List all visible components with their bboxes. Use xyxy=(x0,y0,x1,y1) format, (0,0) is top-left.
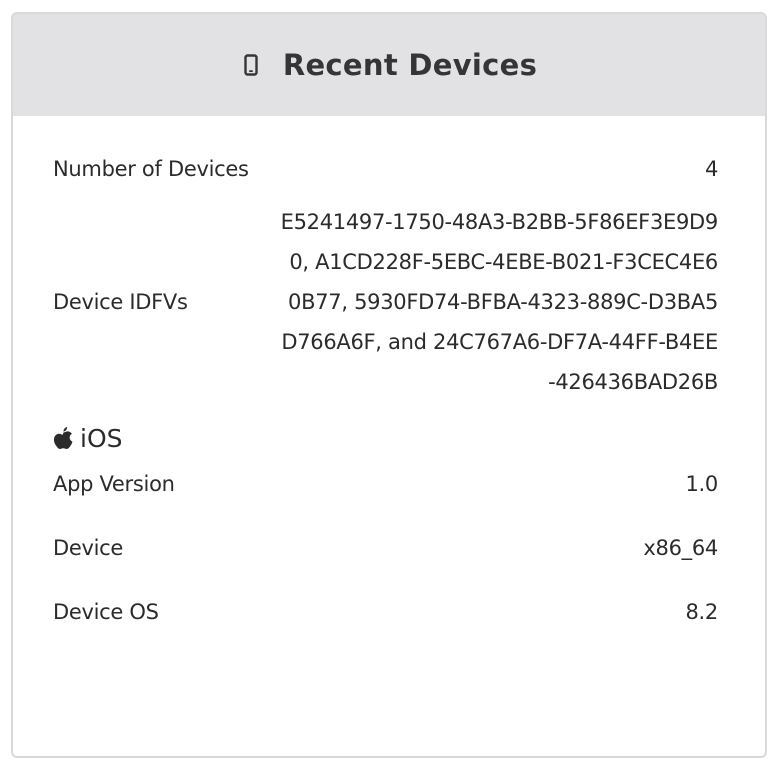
card-title: Recent Devices xyxy=(282,48,538,82)
device-idfvs-label: Device IDFVs xyxy=(53,290,188,314)
apple-icon xyxy=(53,426,74,450)
app-version-label: App Version xyxy=(53,472,175,496)
device-model-value: x86_64 xyxy=(643,536,718,560)
device-count-label: Number of Devices xyxy=(53,157,249,181)
card-body: Number of Devices 4 Device IDFVs E524149… xyxy=(13,154,765,628)
device-idfvs-value: E5241497-1750-48A3-B2BB-5F86EF3E9D90, A1… xyxy=(280,210,719,394)
app-version-value: 1.0 xyxy=(685,472,719,496)
device-model-label: Device xyxy=(53,536,124,560)
device-model-row: Device x86_64 xyxy=(53,532,718,564)
device-os-label: Device OS xyxy=(53,600,159,624)
mobile-phone-icon xyxy=(241,54,261,76)
card-header: Recent Devices xyxy=(13,14,765,116)
app-version-row: App Version 1.0 xyxy=(53,468,718,500)
recent-devices-card: Recent Devices Number of Devices 4 Devic… xyxy=(11,12,767,758)
platform-heading: iOS xyxy=(53,418,718,458)
device-count-row: Number of Devices 4 xyxy=(53,154,718,184)
platform-name: iOS xyxy=(80,423,123,453)
device-idfvs-row: Device IDFVs E5241497-1750-48A3-B2BB-5F8… xyxy=(53,202,718,402)
device-os-value: 8.2 xyxy=(685,600,719,624)
device-os-row: Device OS 8.2 xyxy=(53,596,718,628)
device-count-value: 4 xyxy=(704,157,718,181)
